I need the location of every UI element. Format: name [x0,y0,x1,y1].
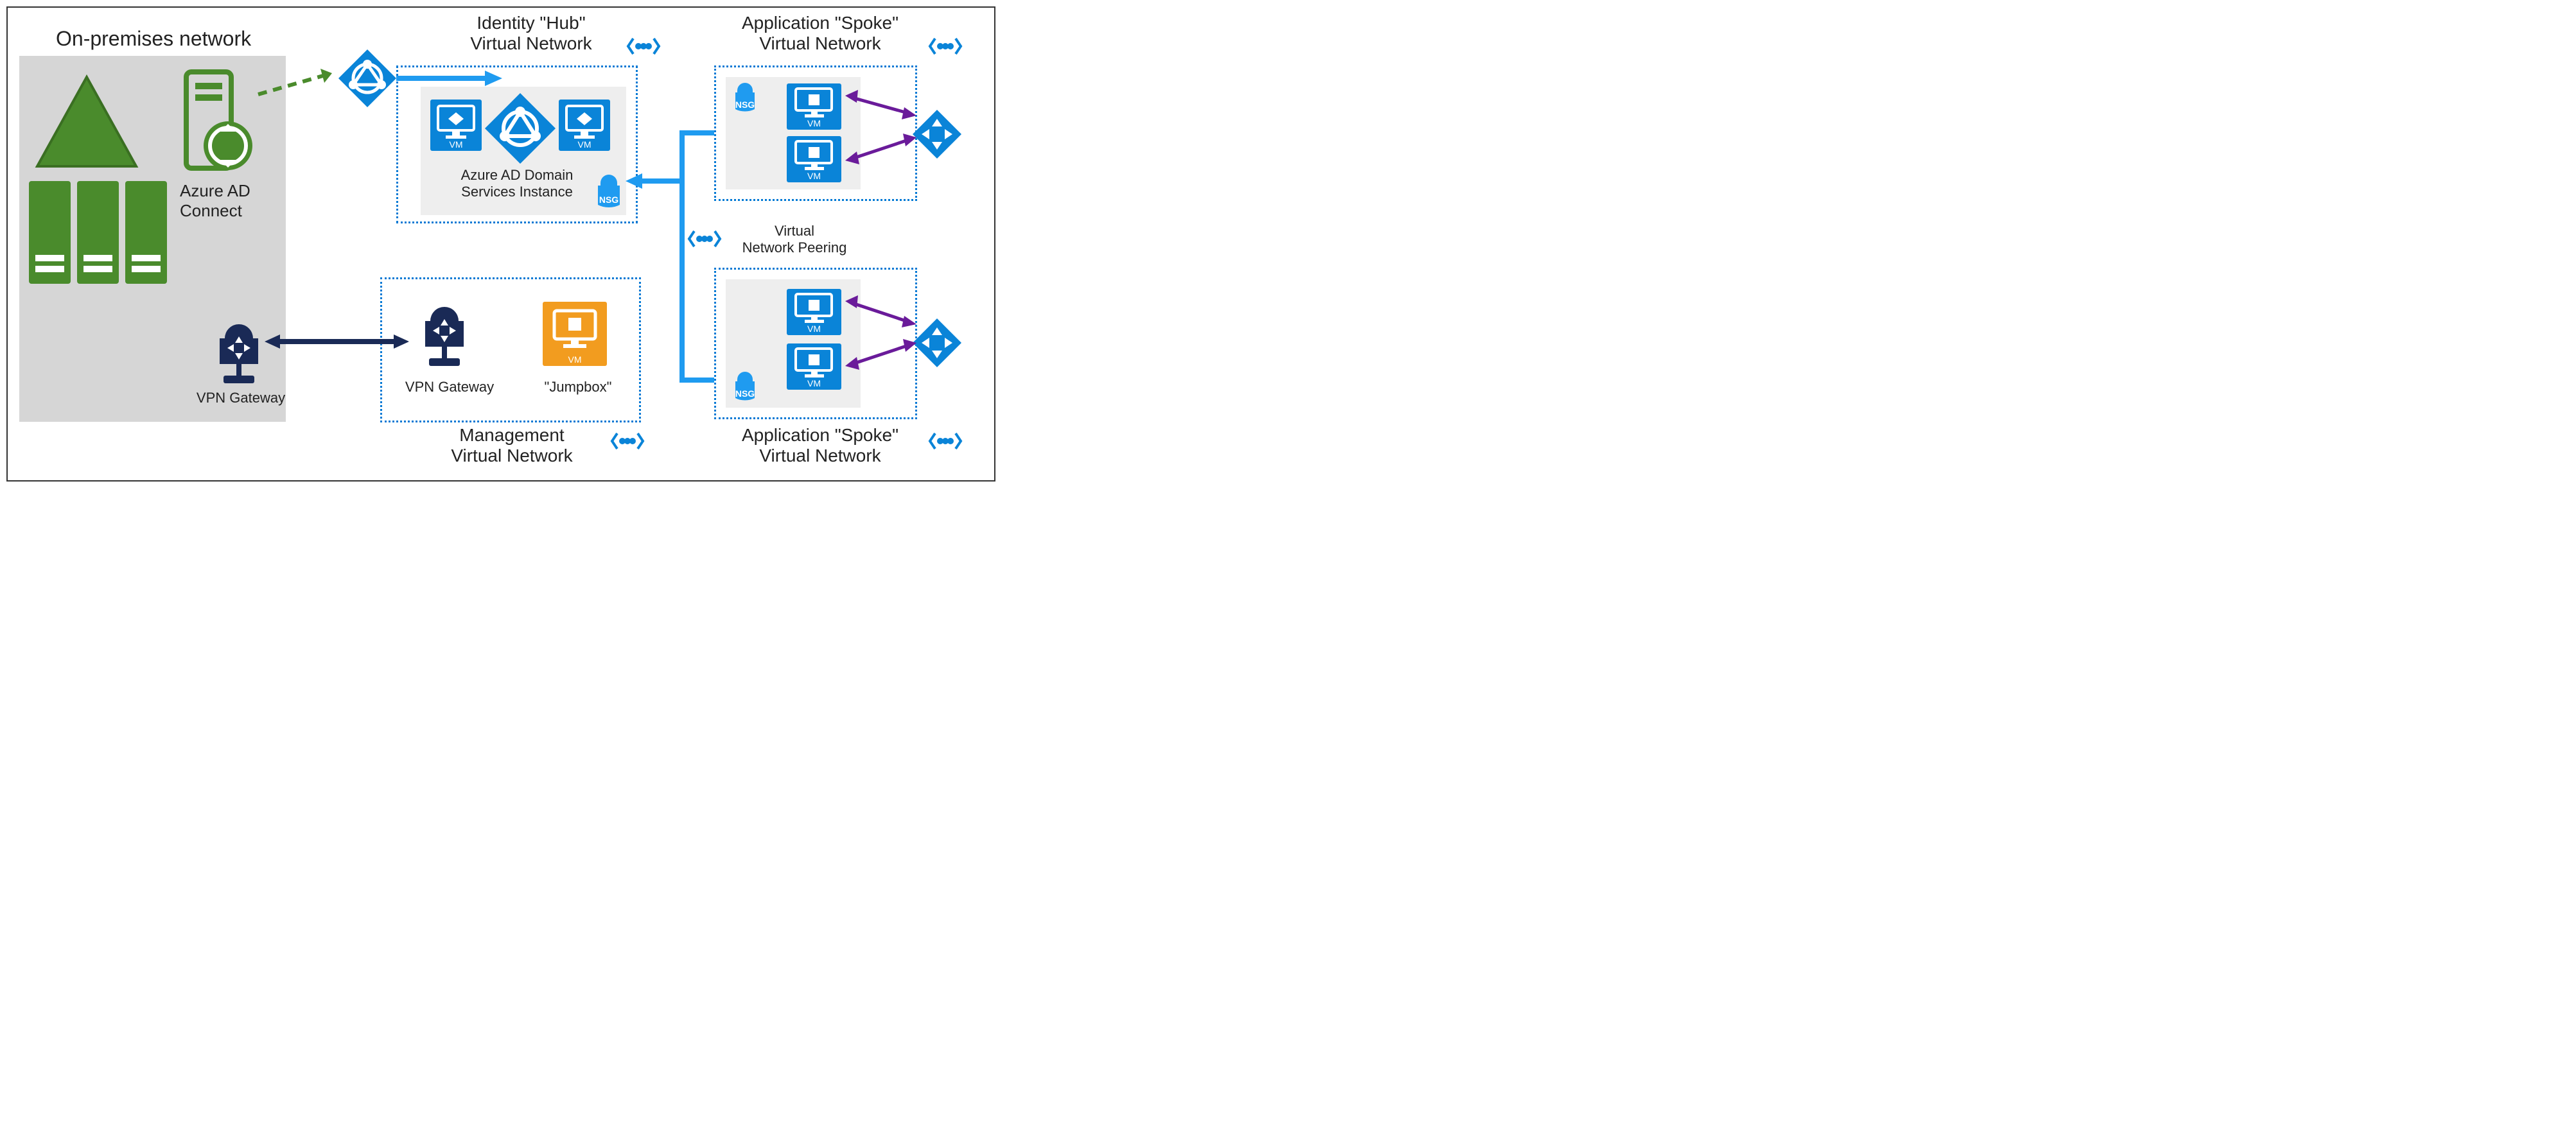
aadds-subnet: VM VM Azure AD Domain Services Instance … [421,87,626,215]
app-spoke1-vnet: NSG VM VM [714,65,917,201]
app-spoke2-vnet: VM VM NSG [714,268,917,419]
jumpbox-vm: VM [543,302,607,366]
aadds-diamond-icon [482,90,559,167]
management-title: Management Virtual Network [432,425,592,466]
vpn-gateway-onprem-label: VPN Gateway [193,390,289,406]
on-prem-triangle-icon [32,72,141,171]
aadds-label: Azure AD Domain Services Instance [443,167,591,200]
vpn-gateway-onprem-icon [206,309,276,390]
onprem-region: Azure AD Connect [19,56,286,422]
load-balancer-spoke2-icon [910,316,965,370]
vpn-gateway-mgmt-label: VPN Gateway [401,379,498,395]
peering-icon-spoke1 [926,33,965,62]
spoke2-vm1: VM [787,289,841,335]
spoke2-vm2: VM [787,343,841,390]
spoke1-vm1: VM [787,83,841,130]
sync-server-icon [173,69,257,175]
app-spoke1-subnet: NSG VM VM [726,77,861,189]
onprem-title: On-premises network [56,27,251,51]
jumpbox-label: "Jumpbox" [533,379,623,395]
architecture-diagram: On-premises network Azure AD Connect [6,6,995,482]
identity-hub-vnet: VM VM Azure AD Domain Services Instance … [396,65,638,223]
aadds-vm1: VM [430,100,482,151]
peering-label: Virtual Network Peering [730,223,859,256]
nsg-badge-spoke2: NSG [731,369,759,403]
peering-icon-center [685,226,724,255]
server-rack-icons [29,181,170,287]
app-spoke2-subnet: VM VM NSG [726,279,861,408]
spoke1-vm2: VM [787,136,841,182]
nsg-badge-spoke1: NSG [731,80,759,114]
identity-hub-title: Identity "Hub" Virtual Network [451,13,611,54]
peering-icon-hub [624,33,663,62]
management-vnet: VPN Gateway VM "Jumpbox" [380,277,641,422]
azure-ad-connect-label: Azure AD Connect [180,181,250,221]
azure-ad-cloud-icon [335,46,399,110]
aadds-vm2: VM [559,100,610,151]
peering-icon-spoke2 [926,428,965,457]
load-balancer-spoke1-icon [910,107,965,162]
nsg-badge-hub: NSG [593,171,625,209]
vpn-gateway-mgmt-icon [411,292,482,372]
app-spoke1-title: Application "Spoke" Virtual Network [727,13,913,54]
app-spoke2-title: Application "Spoke" Virtual Network [727,425,913,466]
peering-icon-mgmt [608,428,647,457]
